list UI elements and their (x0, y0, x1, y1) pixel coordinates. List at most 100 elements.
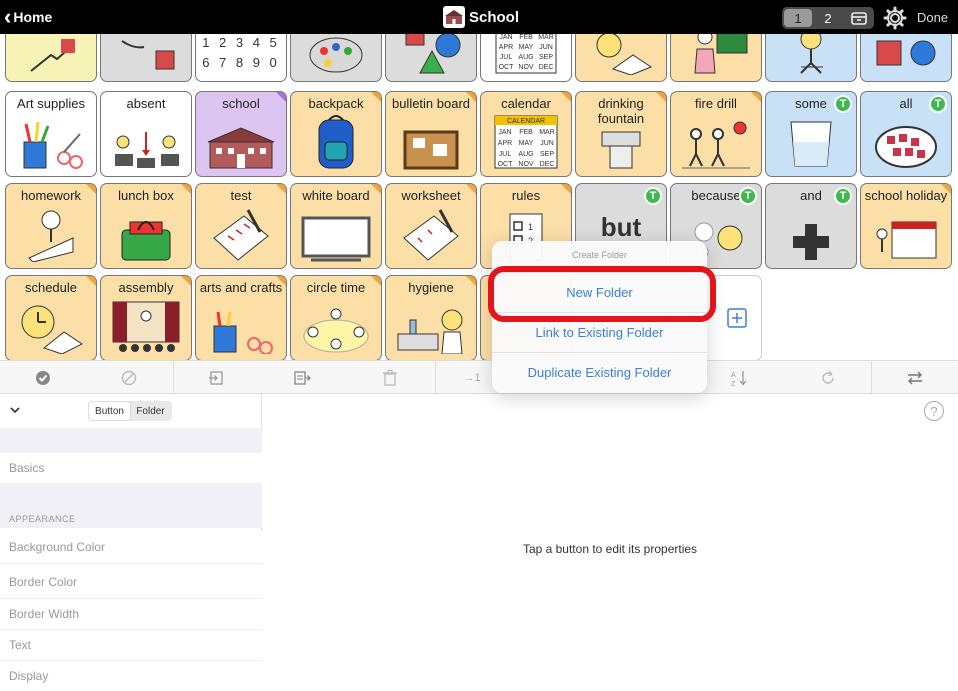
button-label: bulletin board (391, 96, 471, 111)
grid-button-school[interactable]: school (195, 91, 287, 177)
grid-button-some[interactable]: some T (765, 91, 857, 177)
button-label: backpack (308, 96, 364, 111)
button-label: homework (21, 188, 81, 203)
svg-text:DEC: DEC (540, 161, 555, 168)
numbers-picture: 1 2 3 4 56 7 8 9 0 (202, 35, 280, 70)
grid-button-arts-and-crafts[interactable]: arts and crafts (195, 275, 287, 360)
schedule-picture (21, 305, 83, 354)
inspector-panel: Button Folder Basics APPEARANCE Backgrou… (0, 394, 262, 691)
button-label: rules (511, 188, 541, 203)
done-button[interactable]: Done (917, 0, 948, 34)
tab-folder[interactable]: Folder (130, 402, 171, 420)
delete-button[interactable] (345, 361, 435, 395)
svg-text:MAY: MAY (519, 44, 534, 51)
grid-button-school-holiday[interactable]: school holiday (860, 183, 952, 269)
grid-button-white-board[interactable]: white board (290, 183, 382, 269)
grid-button-absent[interactable]: absent (100, 91, 192, 177)
grid-button-circle-time[interactable]: circle time (290, 275, 382, 360)
duplicate-existing-folder-option[interactable]: Duplicate Existing Folder (492, 352, 707, 392)
title-text: School (469, 8, 520, 26)
calendar-months-picture: JAN FEB MAR APR MAY JUN JUL AUG SEP OCT NOV DEC (495, 34, 557, 74)
svg-text:FEB: FEB (519, 34, 533, 41)
text-badge-icon: T (834, 95, 852, 113)
lunch-box-picture (121, 221, 171, 261)
upset-person-picture (800, 34, 823, 74)
link-existing-folder-option[interactable]: Link to Existing Folder (492, 312, 707, 352)
deselect-button[interactable] (86, 361, 172, 395)
copy-button[interactable] (259, 361, 345, 395)
page-title: School (443, 0, 519, 34)
button-grid: 1 2 3 4 56 7 8 9 0 JAN FEB MAR APR MAY JUN J… (0, 34, 958, 360)
help-icon[interactable]: ? (924, 401, 944, 421)
select-all-button[interactable] (0, 361, 86, 395)
grid-button-worksheet[interactable]: worksheet (385, 183, 477, 269)
calendar-picture: CALENDAR JAN FEB MAR APR MAY JUN JUL AUG SEP O… (494, 115, 558, 169)
page-1-button[interactable]: 1 (784, 9, 812, 27)
school-building-picture (207, 127, 275, 169)
new-folder-option[interactable]: New Folder (492, 272, 707, 312)
refresh-button[interactable] (785, 361, 871, 395)
glass-picture (790, 121, 832, 167)
grid-button-assembly[interactable]: assembly (100, 275, 192, 360)
inspector-row-text[interactable]: Text (0, 630, 262, 661)
white-board-picture (301, 216, 371, 262)
drinking-fountain-picture (601, 131, 641, 169)
gear-icon[interactable] (883, 6, 907, 30)
inspector-row-background-color[interactable]: Background Color (0, 531, 262, 564)
button-label: school holiday (864, 188, 948, 203)
grid-button-numbers[interactable]: 1 2 3 4 56 7 8 9 0 (195, 34, 287, 82)
inspector-row-basics[interactable]: Basics (0, 453, 262, 484)
sort-button[interactable]: AZ (700, 361, 780, 395)
grid-button-bulletin-board[interactable]: bulletin board (385, 91, 477, 177)
button-label: absent (126, 96, 166, 111)
inspector-row-border-color[interactable]: Border Color (0, 565, 262, 599)
import-button[interactable] (173, 361, 259, 395)
inspector-row-border-width[interactable]: Border Width (0, 599, 262, 630)
grid-button-schedule[interactable]: schedule (5, 275, 97, 360)
grid-button-shapes[interactable] (385, 34, 477, 82)
button-label: hygiene (408, 280, 454, 295)
grid-button-fire-drill[interactable]: fire drill (670, 91, 762, 177)
svg-text:NOV: NOV (518, 161, 534, 168)
svg-text:A: A (731, 372, 736, 379)
teacher-picture (694, 34, 748, 74)
plus-picture (793, 224, 829, 260)
grid-button-hygiene[interactable]: hygiene (385, 275, 477, 360)
home-button[interactable]: ‹ Home (4, 0, 52, 34)
swap-button[interactable] (871, 361, 958, 395)
svg-text:1: 1 (528, 222, 533, 232)
grid-button-square-circle[interactable] (860, 34, 952, 82)
grid-button-calendar-months[interactable]: JAN FEB MAR APR MAY JUN JUL AUG SEP OCT NOV DEC (480, 34, 572, 82)
chevron-down-icon[interactable] (8, 403, 22, 417)
grid-button-teacher[interactable] (670, 34, 762, 82)
grid-button-test[interactable]: test (195, 183, 287, 269)
grid-button-upset[interactable] (765, 34, 857, 82)
homework-picture (28, 210, 74, 262)
archive-icon[interactable] (850, 9, 868, 27)
grid-button-homework[interactable]: homework (5, 183, 97, 269)
tab-button[interactable]: Button (89, 402, 130, 420)
grid-button-backpack[interactable]: backpack (290, 91, 382, 177)
grid-button-calendar[interactable]: calendar CALENDAR JAN FEB MAR APR MAY JUN JU… (480, 91, 572, 177)
grid-button-drinking-fountain[interactable]: drinking fountain (575, 91, 667, 177)
grid-button-all[interactable]: all T (860, 91, 952, 177)
move-button[interactable]: →1 (450, 361, 494, 395)
page-2-button[interactable]: 2 (814, 9, 842, 27)
grid-button-hand-square[interactable] (100, 34, 192, 82)
grid-button-paint[interactable] (290, 34, 382, 82)
svg-text:MAY: MAY (519, 140, 534, 147)
grid-button-lunch-box[interactable]: lunch box (100, 183, 192, 269)
no-select-icon (121, 370, 137, 386)
inspector-row-display[interactable]: Display (0, 661, 262, 691)
grid-button-art-supplies[interactable]: Art supplies (5, 91, 97, 177)
text-badge-icon: T (834, 187, 852, 205)
copy-icon (294, 371, 311, 385)
svg-text:DEC: DEC (539, 64, 554, 71)
page-switcher: 1 2 (782, 7, 874, 29)
refresh-icon (822, 371, 834, 384)
toolbar-separator (435, 361, 436, 395)
grid-button-clock-book[interactable] (575, 34, 667, 82)
chevron-left-icon: ‹ (4, 4, 12, 29)
grid-button-and[interactable]: and T (765, 183, 857, 269)
grid-button-pointing[interactable] (5, 34, 97, 82)
